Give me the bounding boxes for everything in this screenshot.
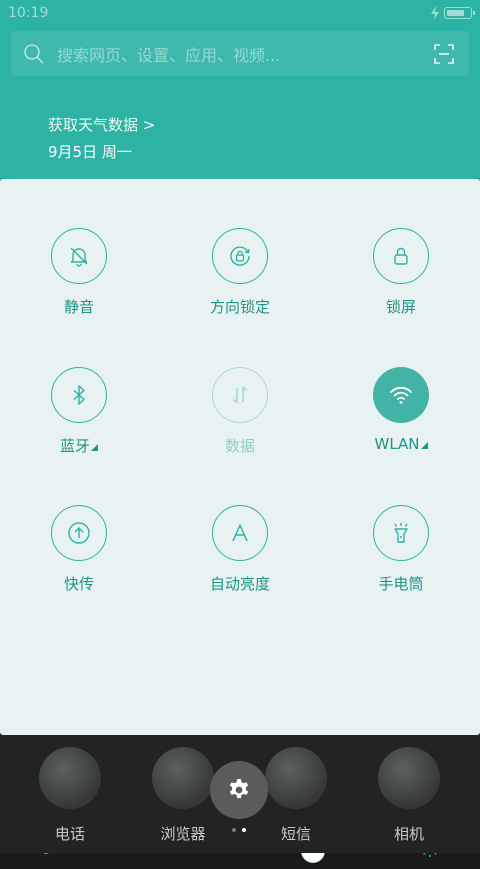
weather-link[interactable]: 获取天气数据 > — [48, 114, 155, 135]
app-icon[interactable] — [39, 747, 101, 809]
toggle-bluetooth[interactable]: 蓝牙 — [14, 367, 144, 456]
gear-icon — [229, 779, 249, 799]
date-text: 9月5日 周一 — [48, 143, 132, 161]
toggle-silent[interactable]: 静音 — [14, 228, 144, 317]
bell-off-icon — [70, 247, 88, 267]
page-indicator — [232, 828, 246, 832]
app-icon[interactable] — [152, 747, 214, 809]
toggle-circle[interactable] — [373, 228, 429, 284]
quick-settings-panel: 静音 方向锁定 锁屏 蓝牙 数据 WLAN 快传 自动亮度 手电筒 — [0, 179, 480, 863]
app-name: 短信 — [280, 825, 311, 843]
flashlight-icon — [394, 523, 408, 543]
toggle-circle[interactable] — [373, 367, 429, 423]
search-placeholder: 搜索网页、设置、应用、视频... — [57, 45, 281, 65]
toggle-mobile-data[interactable]: 数据 — [175, 367, 305, 456]
toggle-label: 快传 — [63, 575, 94, 593]
toggle-circle[interactable] — [373, 505, 429, 561]
toggle-rotation-lock[interactable]: 方向锁定 — [175, 228, 305, 317]
auto-brightness-icon — [232, 524, 248, 542]
weather-widget[interactable]: 获取天气数据 > 9月5日 周一 — [48, 114, 155, 162]
toggle-label-text: WLAN — [374, 435, 420, 453]
toggle-lock-screen[interactable]: 锁屏 — [336, 228, 466, 317]
app-icon[interactable] — [378, 747, 440, 809]
status-time: 10:19 — [8, 5, 49, 21]
settings-button[interactable] — [210, 761, 268, 819]
status-icons — [430, 6, 475, 20]
toggle-circle[interactable] — [212, 505, 268, 561]
notification-header: 10:19 搜索网页、设置、应用、视频... 获取天气数据 > 9月5日 周一 — [0, 0, 480, 185]
search-bar[interactable]: 搜索网页、设置、应用、视频... — [11, 31, 469, 76]
battery-level — [447, 10, 464, 16]
bluetooth-icon — [73, 385, 85, 405]
toggle-label: WLAN — [336, 435, 466, 453]
scan-icon[interactable] — [433, 43, 455, 65]
toggle-auto-brightness[interactable]: 自动亮度 — [175, 505, 305, 594]
app-name: 相机 — [393, 825, 424, 843]
mobile-data-icon — [232, 386, 248, 404]
wifi-icon — [390, 386, 412, 404]
toggle-label: 蓝牙 — [14, 435, 144, 456]
toggle-circle[interactable] — [212, 367, 268, 423]
toggle-wlan[interactable]: WLAN — [336, 367, 466, 453]
app-name: 浏览器 — [160, 825, 206, 843]
status-bar: 10:19 — [0, 0, 480, 28]
more-options-icon[interactable] — [91, 444, 98, 451]
lock-icon — [394, 247, 408, 265]
toggle-circle[interactable] — [51, 228, 107, 284]
quick-transfer-icon — [68, 522, 90, 544]
app-phone[interactable]: 电话 — [25, 735, 115, 844]
toggle-circle[interactable] — [51, 505, 107, 561]
app-icon[interactable] — [265, 747, 327, 809]
toggle-label: 自动亮度 — [209, 575, 270, 593]
charging-icon — [431, 6, 439, 20]
search-icon — [24, 43, 44, 64]
toggle-quick-transfer[interactable]: 快传 — [14, 505, 144, 594]
toggle-label: 静音 — [63, 298, 94, 316]
toggle-circle[interactable] — [212, 228, 268, 284]
toggle-circle[interactable] — [51, 367, 107, 423]
rotation-lock-icon — [230, 246, 250, 266]
app-camera[interactable]: 相机 — [364, 735, 454, 844]
toggle-label: 数据 — [224, 437, 255, 455]
toggle-label: 锁屏 — [385, 298, 416, 316]
toggle-label: 方向锁定 — [209, 298, 270, 316]
toggle-label-text: 蓝牙 — [59, 437, 90, 455]
page-dot-active — [242, 828, 246, 832]
toggle-flashlight[interactable]: 手电筒 — [336, 505, 466, 594]
page-dot — [232, 828, 236, 832]
more-options-icon[interactable] — [420, 442, 428, 449]
app-name: 电话 — [54, 825, 85, 843]
toggle-label: 手电筒 — [378, 575, 424, 593]
battery-icon — [444, 7, 475, 19]
